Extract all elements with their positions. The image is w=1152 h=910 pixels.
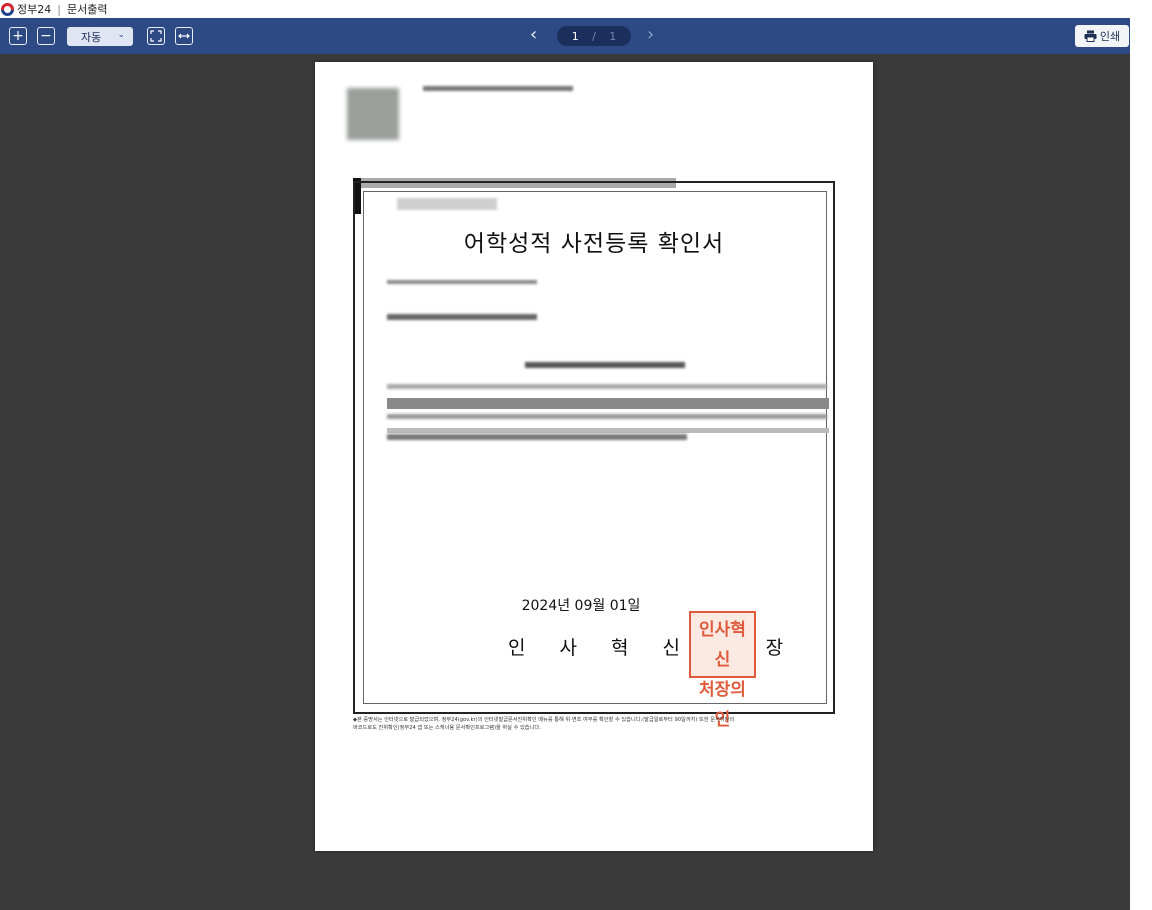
chevron-down-icon: ⌄ xyxy=(117,30,125,40)
footnote-line-1: ◆본 증명서는 인터넷으로 발급되었으며, 정부24(gov.kr)의 인터넷발… xyxy=(353,717,735,723)
total-pages: 1 xyxy=(609,29,617,43)
prev-page-button[interactable]: ‹ xyxy=(530,25,537,45)
table-band xyxy=(387,398,829,409)
page-separator: / xyxy=(592,29,596,43)
title-bar: 정부24 | 문서출력 xyxy=(0,0,1152,18)
body-line-redacted xyxy=(387,434,687,440)
printer-icon xyxy=(1084,30,1097,42)
zoom-out-button[interactable]: − xyxy=(37,27,55,45)
footnote: ◆본 증명서는 인터넷으로 발급되었으며, 정부24(gov.kr)의 인터넷발… xyxy=(353,716,835,732)
page-indicator: 1 / 1 xyxy=(557,26,631,46)
seal-line-1: 인사혁신 xyxy=(699,620,746,670)
viewer-toolbar: + − 자동 ⌄ ‹ 1 / 1 › 인쇄 xyxy=(0,18,1130,54)
minus-icon: − xyxy=(40,28,52,44)
footnote-line-2: 바코드로도 진위확인(정부24 앱 또는 스캐너용 문서확인프로그램)을 하실 … xyxy=(353,725,541,731)
issue-date: 2024년 09월 01일 xyxy=(521,598,641,614)
document-page: 어학성적 사전등록 확인서 2024년 09월 01일 인 사 혁 신 처 장 … xyxy=(315,62,873,851)
zoom-value: 자동 xyxy=(81,30,102,44)
official-seal: 인사혁신 처장의인 xyxy=(689,611,756,730)
table-band xyxy=(387,428,829,433)
certificate-inner-frame xyxy=(363,191,827,704)
next-page-button[interactable]: › xyxy=(647,25,654,45)
document-title: 어학성적 사전등록 확인서 xyxy=(463,231,725,257)
current-page[interactable]: 1 xyxy=(572,30,579,43)
scrollbar-gutter[interactable] xyxy=(1130,18,1152,910)
table-heading-redacted xyxy=(525,362,685,368)
zoom-select[interactable]: 자동 ⌄ xyxy=(67,27,133,46)
body-line-redacted xyxy=(387,314,537,320)
header-text-redacted xyxy=(423,86,573,91)
form-number-redacted xyxy=(397,198,497,210)
table-row-redacted xyxy=(387,384,827,389)
fit-width-icon xyxy=(178,33,190,39)
body-line-redacted xyxy=(387,280,537,284)
plus-icon: + xyxy=(12,28,24,44)
print-label: 인쇄 xyxy=(1099,30,1121,43)
qr-code-image xyxy=(347,88,399,140)
document-viewer[interactable]: 어학성적 사전등록 확인서 2024년 09월 01일 인 사 혁 신 처 장 … xyxy=(0,54,1130,910)
title-separator: | xyxy=(57,2,61,16)
chevron-right-icon: › xyxy=(647,24,655,45)
zoom-in-button[interactable]: + xyxy=(9,27,27,45)
fit-width-button[interactable] xyxy=(175,27,193,45)
fit-page-button[interactable] xyxy=(147,27,165,45)
app-name: 정부24 xyxy=(17,3,52,16)
table-row-redacted xyxy=(387,414,827,419)
print-button[interactable]: 인쇄 xyxy=(1075,25,1129,47)
chevron-left-icon: ‹ xyxy=(530,24,538,45)
gov24-logo-icon xyxy=(1,2,14,16)
window-title: 문서출력 xyxy=(66,3,108,16)
fit-page-icon xyxy=(150,30,162,42)
